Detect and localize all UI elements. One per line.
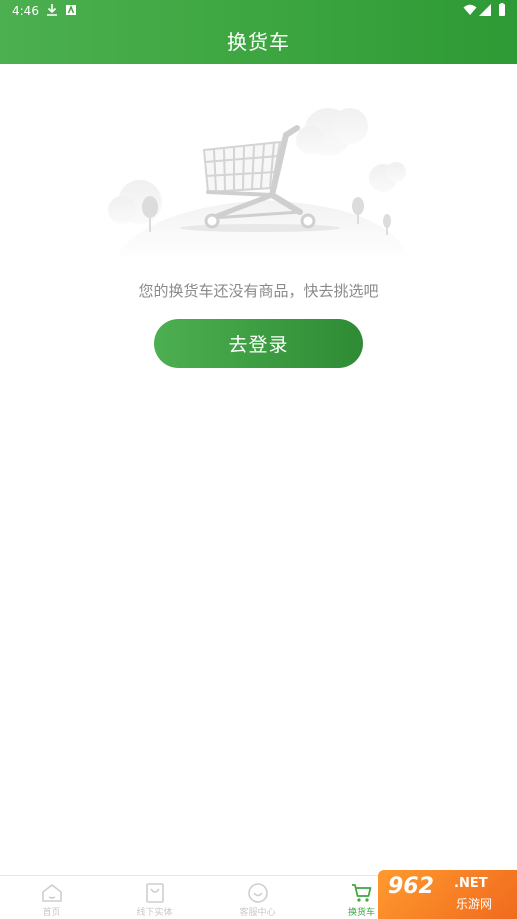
empty-cart-illustration (100, 100, 420, 270)
page-title: 换货车 (227, 30, 290, 54)
wifi-icon (463, 3, 477, 17)
shopping-bag-icon (143, 881, 167, 905)
tab-label: 首页 (42, 908, 61, 918)
watermark-suffix: .NET (454, 876, 488, 891)
tab-customer-service[interactable]: 客服中心 (206, 876, 309, 919)
watermark-sub: 乐游网 (456, 897, 493, 911)
battery-icon (495, 3, 509, 17)
status-bar: 4:46 (0, 0, 517, 22)
smile-icon (246, 881, 270, 905)
watermark-main: 962 (388, 874, 434, 899)
a-box-icon (64, 3, 78, 17)
tab-home[interactable]: 首页 (0, 876, 103, 919)
cart-icon (350, 881, 374, 905)
cellular-icon (478, 3, 492, 17)
tab-offline-store[interactable]: 线下实体 (103, 876, 206, 919)
home-icon (40, 881, 64, 905)
tab-label: 客服中心 (239, 908, 276, 918)
app-header: 4:46 换货车 (0, 0, 517, 64)
tab-label: 线下实体 (136, 908, 173, 918)
site-watermark: 962 .NET 乐游网 (378, 870, 517, 919)
login-button[interactable]: 去登录 (154, 319, 363, 368)
download-icon (45, 3, 59, 17)
empty-cart-message: 您的换货车还没有商品，快去挑选吧 (138, 282, 379, 300)
status-time: 4:46 (12, 4, 39, 18)
